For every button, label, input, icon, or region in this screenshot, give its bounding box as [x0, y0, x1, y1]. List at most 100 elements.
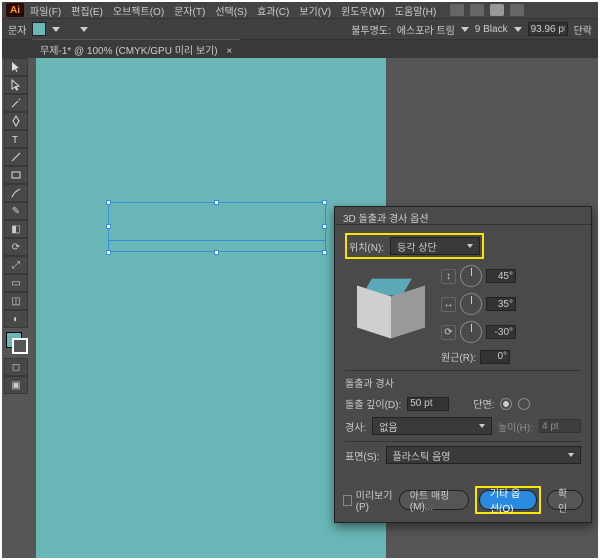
fill-swatch[interactable]	[32, 22, 46, 36]
chevron-down-icon	[568, 453, 574, 457]
direct-selection-tool[interactable]	[4, 76, 28, 94]
cap-off[interactable]	[518, 398, 530, 410]
screen-mode[interactable]: ▣	[4, 376, 28, 394]
app-window: Ai 파일(F) 편집(E) 오브젝트(O) 문자(T) 선택(S) 효과(C)…	[2, 2, 598, 558]
shape-builder-tool[interactable]: ◐	[4, 310, 28, 328]
z-dial[interactable]	[460, 321, 482, 343]
selection-handle[interactable]	[214, 250, 219, 255]
height-input	[539, 419, 581, 433]
opacity-label: 불투명도:	[351, 22, 391, 37]
type-tool[interactable]: T	[4, 130, 28, 148]
selection-tool[interactable]	[4, 58, 28, 76]
perspective-input[interactable]	[480, 350, 510, 364]
shaper-tool[interactable]: ✎	[4, 202, 28, 220]
bevel-value: 없음	[379, 419, 397, 434]
fill-stroke-control[interactable]	[4, 332, 30, 358]
depth-input[interactable]	[407, 397, 449, 411]
cube-preview[interactable]	[345, 269, 435, 359]
rotate-tool[interactable]: ⟳	[4, 238, 28, 256]
preview-label: 미리보기(P)	[356, 487, 393, 513]
rectangle-tool[interactable]	[4, 166, 28, 184]
position-label: 위치(N):	[349, 239, 384, 254]
stroke-profile[interactable]: 에스포라 트림	[397, 22, 455, 37]
selection-handle[interactable]	[106, 224, 111, 229]
selection-divider	[108, 240, 326, 241]
magic-wand-tool[interactable]	[4, 94, 28, 112]
selection-handle[interactable]	[322, 200, 327, 205]
axis-z-icon: ⟳	[441, 325, 456, 340]
tab-title: 무제-1* @ 100% (CMYK/GPU 미리 보기)	[40, 46, 218, 57]
pen-tool[interactable]	[4, 112, 28, 130]
app-logo-icon: Ai	[6, 3, 24, 17]
stroke-dropdown-icon[interactable]	[80, 27, 88, 32]
z-angle-input[interactable]	[486, 325, 516, 339]
control-bar: 문자 불투명도: 에스포라 트림 9 Black 단락	[2, 18, 598, 40]
selection-handle[interactable]	[322, 250, 327, 255]
cap-label: 단면:	[473, 396, 494, 411]
svg-text:T: T	[12, 135, 18, 145]
surface-select[interactable]: 플라스틱 음영	[386, 446, 581, 464]
tab-close-icon[interactable]: ×	[226, 46, 232, 57]
depth-label: 돌출 깊이(D):	[345, 396, 401, 411]
menu-view[interactable]: 보기(V)	[295, 3, 335, 18]
search-icon[interactable]	[510, 4, 524, 16]
fill-dropdown-icon[interactable]	[52, 27, 60, 32]
surface-value: 플라스틱 음영	[393, 448, 451, 463]
draw-mode-normal[interactable]: ◻	[4, 358, 28, 376]
menu-help[interactable]: 도움말(H)	[391, 3, 440, 18]
stroke-color-icon[interactable]	[12, 338, 28, 354]
profile-dropdown-icon[interactable]	[461, 27, 469, 32]
workspace: T ✎ ◧ ⟳ ⤢ ▭ ◫ ◐ ◻ ▣	[2, 58, 598, 558]
ok-button[interactable]: 확인	[547, 490, 583, 510]
selection-handle[interactable]	[322, 224, 327, 229]
dialog-3d-extrude: 3D 돌출과 경사 옵션 위치(N): 등각 상단	[334, 206, 592, 523]
axis-x-icon: ↕	[441, 269, 456, 284]
menu-type[interactable]: 문자(T)	[170, 3, 209, 18]
surface-label: 표면(S):	[345, 448, 380, 463]
position-select[interactable]: 등각 상단	[390, 237, 480, 255]
workspace-icon[interactable]	[470, 4, 484, 16]
home-icon[interactable]	[450, 4, 464, 16]
position-highlight: 위치(N): 등각 상단	[345, 233, 484, 259]
paragraph-label[interactable]: 단락	[574, 22, 592, 37]
selection-handle[interactable]	[106, 200, 111, 205]
menu-effect[interactable]: 효과(C)	[253, 3, 293, 18]
preview-checkbox[interactable]	[343, 495, 352, 506]
width-tool[interactable]: ▭	[4, 274, 28, 292]
selection-handle[interactable]	[106, 250, 111, 255]
dialog-footer: 미리보기(P) 아트 매핑(M)... 기타 옵션(O) 확인	[335, 478, 591, 522]
perspective-label: 원근(R):	[441, 349, 476, 364]
menubar-right-icons	[450, 4, 524, 16]
menu-object[interactable]: 오브젝트(O)	[109, 3, 168, 18]
arrange-icon[interactable]	[490, 4, 504, 16]
selection-handle[interactable]	[214, 200, 219, 205]
art-mapping-button[interactable]: 아트 매핑(M)...	[399, 490, 469, 510]
cap-on[interactable]	[500, 398, 512, 410]
weight-dropdown-icon[interactable]	[514, 27, 522, 32]
scale-tool[interactable]: ⤢	[4, 256, 28, 274]
menubar: Ai 파일(F) 편집(E) 오브젝트(O) 문자(T) 선택(S) 효과(C)…	[2, 2, 598, 18]
menu-edit[interactable]: 편집(E)	[67, 3, 107, 18]
axis-y-icon: ↔	[441, 297, 456, 312]
bevel-label: 경사:	[345, 419, 366, 434]
tools-panel: T ✎ ◧ ⟳ ⤢ ▭ ◫ ◐ ◻ ▣	[4, 58, 30, 394]
x-dial[interactable]	[460, 265, 482, 287]
x-angle-input[interactable]	[486, 269, 516, 283]
free-transform-tool[interactable]: ◫	[4, 292, 28, 310]
selected-rectangle[interactable]	[108, 202, 326, 252]
document-tab[interactable]: 무제-1* @ 100% (CMYK/GPU 미리 보기) ×	[32, 39, 240, 59]
menu-select[interactable]: 선택(S)	[211, 3, 251, 18]
menu-window[interactable]: 윈도우(W)	[337, 3, 389, 18]
eraser-tool[interactable]: ◧	[4, 220, 28, 238]
dialog-title: 3D 돌출과 경사 옵션	[335, 207, 591, 225]
y-angle-input[interactable]	[486, 297, 516, 311]
font-weight[interactable]: 9 Black	[475, 24, 508, 35]
menu-file[interactable]: 파일(F)	[26, 3, 65, 18]
font-size-input[interactable]	[528, 22, 568, 36]
line-tool[interactable]	[4, 148, 28, 166]
more-options-button[interactable]: 기타 옵션(O)	[479, 490, 537, 510]
y-dial[interactable]	[460, 293, 482, 315]
bevel-select[interactable]: 없음	[372, 417, 492, 435]
position-value: 등각 상단	[397, 239, 437, 254]
brush-tool[interactable]	[4, 184, 28, 202]
